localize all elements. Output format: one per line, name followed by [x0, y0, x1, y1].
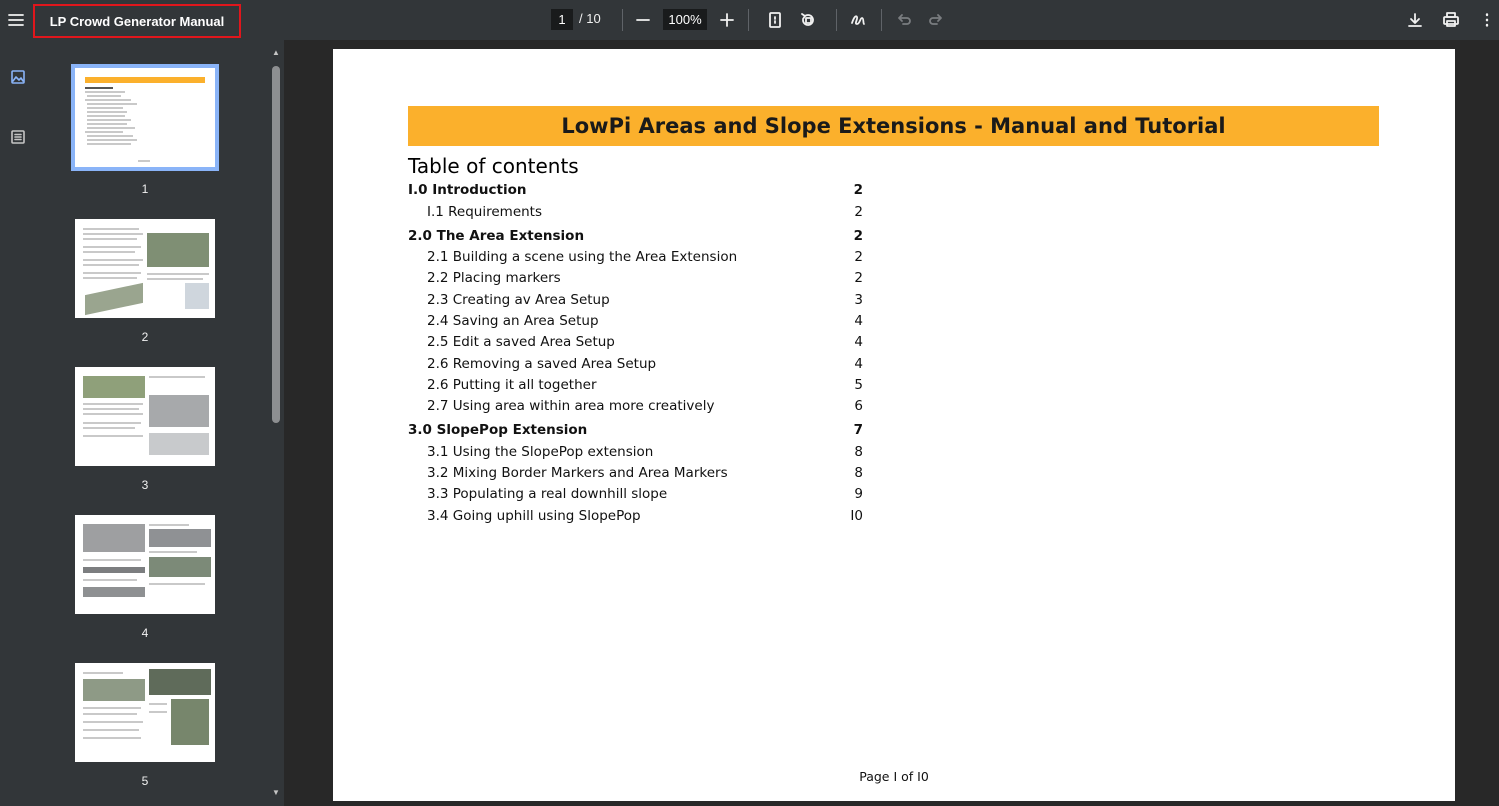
- divider: [748, 9, 749, 31]
- toc-entry-page: 2: [853, 182, 863, 198]
- toc-entry[interactable]: 2.7 Using area within area more creative…: [408, 398, 863, 418]
- toc-entry-label: 3.3 Populating a real downhill slope: [427, 486, 668, 502]
- toc-entry-label: 2.1 Building a scene using the Area Exte…: [427, 249, 738, 265]
- thumbnail-label: 5: [141, 774, 149, 788]
- toc-entry-label: 2.0 The Area Extension: [408, 228, 585, 244]
- toc-entry-label: 3.4 Going uphill using SlopePop: [427, 508, 641, 524]
- toc-entry[interactable]: I.0 Introduction 2: [408, 182, 863, 202]
- toc-entry-page: 5: [854, 377, 863, 393]
- thumbnail-label: 2: [141, 330, 149, 344]
- zoom-out-icon[interactable]: [631, 8, 655, 32]
- pdf-page: LowPi Areas and Slope Extensions - Manua…: [333, 49, 1455, 801]
- toc-entry-label: 3.0 SlopePop Extension: [408, 422, 588, 438]
- toc-entry-label: 3.2 Mixing Border Markers and Area Marke…: [427, 465, 728, 481]
- more-options-icon[interactable]: [1475, 8, 1499, 32]
- page-thumbnail-5[interactable]: [75, 663, 215, 762]
- toc-entry-page: 2: [853, 228, 863, 244]
- toc-entry-page: 2: [854, 270, 863, 286]
- toc-entry-page: I0: [850, 508, 863, 524]
- zoom-in-icon[interactable]: [715, 8, 739, 32]
- print-icon[interactable]: [1439, 8, 1463, 32]
- toc-entry[interactable]: 3.0 SlopePop Extension 7: [408, 422, 863, 442]
- toc-entry[interactable]: 2.6 Putting it all together 5: [408, 377, 863, 397]
- toc-entry[interactable]: 2.0 The Area Extension 2: [408, 228, 863, 248]
- toolbar: LP Crowd Generator Manual 1 / 10 100%: [0, 0, 1499, 40]
- toc-entry-page: 2: [854, 249, 863, 265]
- page-number-input[interactable]: 1: [551, 9, 573, 30]
- toc-entry-label: 2.6 Putting it all together: [427, 377, 597, 393]
- redo-icon[interactable]: [924, 8, 948, 32]
- sidebar-scroll-thumb[interactable]: [272, 66, 280, 423]
- toc-entry-page: 8: [854, 444, 863, 460]
- toc-entry[interactable]: 3.1 Using the SlopePop extension 8: [408, 444, 863, 464]
- page-total: / 10: [579, 11, 601, 26]
- thumbnail-label: 4: [141, 626, 149, 640]
- toc-entry-label: 2.5 Edit a saved Area Setup: [427, 334, 615, 350]
- toc-entry-page: 4: [854, 356, 863, 372]
- page-thumbnail-3[interactable]: [75, 367, 215, 466]
- toc-entry-page: 8: [854, 465, 863, 481]
- toc-entry[interactable]: 2.2 Placing markers 2: [408, 270, 863, 290]
- page-thumbnail-1[interactable]: [71, 64, 219, 171]
- toc-entry-label: 2.7 Using area within area more creative…: [427, 398, 715, 414]
- menu-icon[interactable]: [4, 8, 28, 32]
- document-heading: LowPi Areas and Slope Extensions - Manua…: [561, 114, 1226, 138]
- undo-icon[interactable]: [892, 8, 916, 32]
- page-thumbnail-4[interactable]: [75, 515, 215, 614]
- outline-view-icon[interactable]: [8, 127, 28, 147]
- divider: [881, 9, 882, 31]
- annotate-pen-icon[interactable]: [846, 8, 870, 32]
- toc-entry-page: 7: [853, 422, 863, 438]
- toc-entry-page: 9: [854, 486, 863, 502]
- zoom-input[interactable]: 100%: [663, 9, 707, 30]
- toc-entry-label: 2.2 Placing markers: [427, 270, 561, 286]
- toc-entry-label: 2.6 Removing a saved Area Setup: [427, 356, 657, 372]
- toc-entry[interactable]: 3.4 Going uphill using SlopePop I0: [408, 508, 863, 528]
- rotate-icon[interactable]: [796, 8, 820, 32]
- toc-entry-label: 3.1 Using the SlopePop extension: [427, 444, 654, 460]
- scroll-down-arrow-icon[interactable]: ▼: [271, 788, 281, 798]
- document-title: LP Crowd Generator Manual: [49, 13, 225, 29]
- toc-entry-label: I.0 Introduction: [408, 182, 527, 198]
- page-thumbnail-2[interactable]: [75, 219, 215, 318]
- toc-entry-label: 2.3 Creating av Area Setup: [427, 292, 610, 308]
- download-icon[interactable]: [1403, 8, 1427, 32]
- toc-heading: Table of contents: [408, 154, 579, 178]
- thumbnail-label: 3: [141, 478, 149, 492]
- thumbnails-view-icon[interactable]: [8, 67, 28, 87]
- divider: [622, 9, 623, 31]
- toc-entry[interactable]: 2.1 Building a scene using the Area Exte…: [408, 249, 863, 269]
- toc-entry[interactable]: 3.2 Mixing Border Markers and Area Marke…: [408, 465, 863, 485]
- toc-entry[interactable]: 2.4 Saving an Area Setup 4: [408, 313, 863, 333]
- toc-entry-page: 4: [854, 334, 863, 350]
- toc-entry-page: 2: [854, 204, 863, 220]
- toc-entry[interactable]: I.1 Requirements 2: [408, 204, 863, 224]
- toc-entry[interactable]: 2.5 Edit a saved Area Setup 4: [408, 334, 863, 354]
- fit-page-icon[interactable]: [763, 8, 787, 32]
- toc-entry[interactable]: 2.3 Creating av Area Setup 3: [408, 292, 863, 312]
- toc-entry-page: 4: [854, 313, 863, 329]
- toc-entry-label: 2.4 Saving an Area Setup: [427, 313, 599, 329]
- scroll-up-arrow-icon[interactable]: ▲: [271, 48, 281, 58]
- document-title-box: LP Crowd Generator Manual: [33, 4, 241, 38]
- toc-entry-page: 6: [854, 398, 863, 414]
- divider: [836, 9, 837, 31]
- page-footer: Page I of I0: [859, 769, 929, 784]
- toc-entry[interactable]: 3.3 Populating a real downhill slope 9: [408, 486, 863, 506]
- toc-entry-label: I.1 Requirements: [427, 204, 543, 220]
- toc-entry-page: 3: [854, 292, 863, 308]
- document-banner: LowPi Areas and Slope Extensions - Manua…: [408, 106, 1379, 146]
- thumbnail-label: 1: [141, 182, 149, 196]
- toc-entry[interactable]: 2.6 Removing a saved Area Setup 4: [408, 356, 863, 376]
